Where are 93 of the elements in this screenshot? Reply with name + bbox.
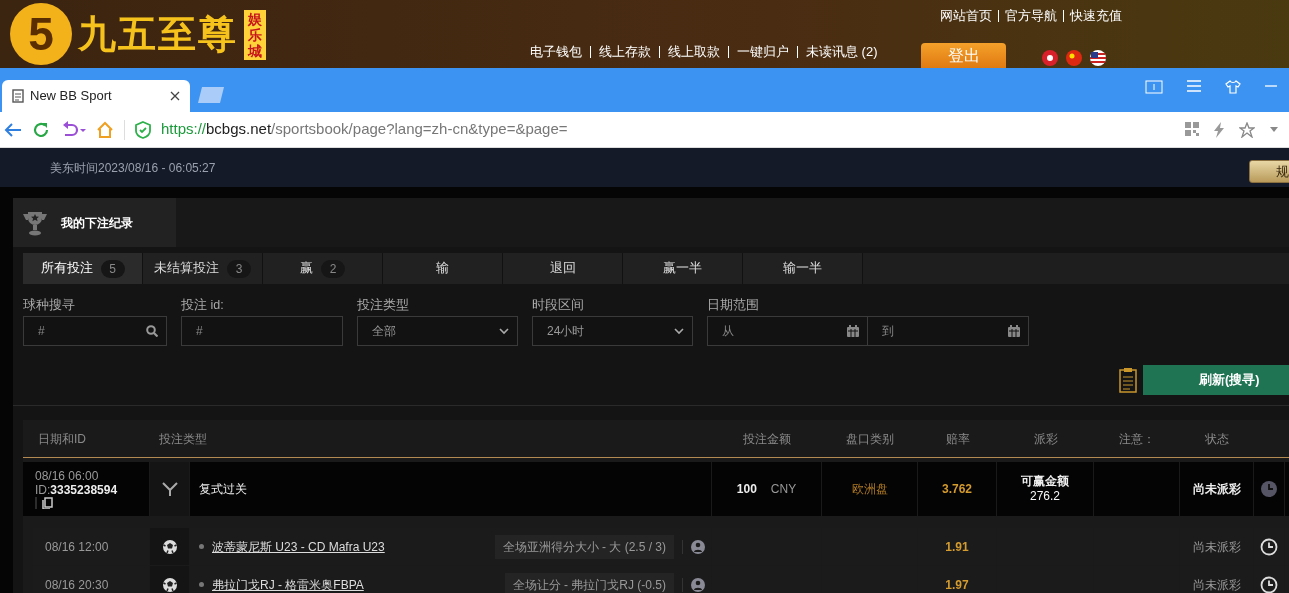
soccer-ball-icon: [161, 538, 178, 555]
bullet-dot: [199, 544, 204, 549]
tab-title: New BB Sport: [30, 87, 113, 106]
site-link[interactable]: 官方导航: [1005, 6, 1057, 26]
odds-text: 1.91: [945, 538, 969, 556]
odds-text: 1.97: [945, 576, 969, 593]
count-badge: 2: [321, 259, 345, 278]
flag-icon[interactable]: [1090, 50, 1106, 66]
bet-type: 复式过关: [199, 481, 247, 498]
site-link[interactable]: 网站首页: [940, 6, 992, 26]
status-text: 尚未派彩: [1192, 481, 1241, 498]
lightning-icon[interactable]: [1213, 122, 1225, 138]
browser-tab[interactable]: New BB Sport: [2, 80, 190, 112]
page-icon: [12, 89, 24, 103]
column-header: 派彩: [1032, 430, 1059, 448]
shield-icon[interactable]: [135, 120, 151, 139]
nav-link[interactable]: 线上存款: [599, 42, 651, 62]
new-tab-icon[interactable]: [198, 86, 226, 104]
odds-text: 3.762: [942, 481, 972, 498]
column-header: 赔率: [944, 430, 971, 448]
close-icon[interactable]: [170, 91, 180, 101]
search-icon: [146, 325, 158, 337]
field-label: 时段区间: [532, 297, 585, 310]
panel-title: 我的下注纪录: [61, 214, 133, 232]
input-field[interactable]: 到: [868, 316, 1029, 346]
star-icon[interactable]: [1239, 122, 1255, 138]
copy-icon[interactable]: [35, 497, 55, 510]
menu-icon[interactable]: [1187, 80, 1201, 92]
column-header: 盘口类别: [845, 430, 895, 448]
leg-date: 08/16 12:00: [45, 538, 109, 556]
logo-tag: 娱乐城: [244, 10, 266, 61]
currency-text: CNY: [770, 481, 797, 498]
column-header: 投注类型: [158, 430, 208, 448]
input-field[interactable]: #: [181, 316, 343, 346]
clipboard-icon[interactable]: [1119, 367, 1137, 393]
parlay-icon: [160, 481, 179, 497]
field-label: 投注 id:: [181, 297, 225, 310]
status-text: 尚未派彩: [1192, 538, 1241, 556]
input-field[interactable]: #: [23, 316, 167, 346]
window-list-icon[interactable]: [1145, 80, 1163, 94]
count-badge: 5: [100, 259, 125, 278]
home-icon[interactable]: [96, 120, 114, 139]
column-header: 注意：: [1118, 430, 1156, 448]
count-badge: 3: [227, 259, 251, 278]
selection-tag: 全场让分 - 弗拉门戈RJ (-0.5): [504, 572, 674, 593]
chevron-icon: [674, 327, 684, 335]
bullet-dot: [199, 582, 204, 587]
field-label: 日期范围: [707, 297, 760, 310]
site-link[interactable]: 快速充值: [1070, 6, 1122, 26]
qr-icon[interactable]: [1185, 122, 1199, 136]
flag-icon[interactable]: [1066, 50, 1082, 66]
flag-icon[interactable]: [1042, 50, 1058, 66]
panel-tab[interactable]: 我的下注纪录: [13, 198, 176, 247]
column-header: 状态: [1204, 430, 1230, 448]
match-link[interactable]: 弗拉门戈RJ - 格雷米奥FBPA: [212, 575, 364, 593]
shirt-icon[interactable]: [1225, 80, 1241, 94]
select-field[interactable]: 24小时: [532, 316, 693, 346]
selection-tag: 全场亚洲得分大小 - 大 (2.5 / 3): [494, 534, 674, 559]
refresh-icon[interactable]: [32, 120, 50, 139]
bet-date: 08/16 06:00: [35, 468, 99, 483]
trophy-icon: [21, 209, 49, 236]
back-icon[interactable]: [4, 121, 22, 138]
bet-id: ID:3335238594: [35, 483, 118, 498]
column-header: 投注金额: [742, 430, 792, 448]
payout-text: 276.2: [1030, 489, 1060, 504]
calendar-icon: [1008, 325, 1020, 337]
chevron-icon: [499, 327, 509, 335]
nav-link[interactable]: 未读讯息 (2): [806, 42, 878, 62]
input-field[interactable]: 从: [707, 316, 868, 346]
refresh-button[interactable]: 刷新(搜寻): [1143, 365, 1289, 395]
market-text: 欧洲盘: [851, 481, 888, 498]
match-link[interactable]: 波蒂蒙尼斯 U23 - CD Mafra U23: [212, 537, 385, 556]
payout-label: 可赢金额: [1021, 474, 1069, 489]
clock-icon: [1260, 537, 1278, 556]
nav-link[interactable]: 电子钱包: [530, 42, 582, 62]
rules-button[interactable]: 规: [1249, 160, 1289, 183]
column-header: 日期和ID: [37, 430, 87, 448]
clock-icon: [1260, 480, 1278, 498]
select-field[interactable]: 全部: [357, 316, 518, 346]
filter-tab[interactable]: 所有投注 5: [23, 253, 143, 284]
logo-text: 九五至尊: [78, 11, 238, 57]
clock-icon: [1260, 575, 1278, 593]
calendar-icon: [847, 325, 859, 337]
field-label: 球种搜寻: [23, 297, 76, 310]
person-icon: [691, 539, 705, 554]
status-text: 尚未派彩: [1192, 576, 1241, 593]
amount-text: 100: [736, 481, 757, 498]
logo-badge: 5: [10, 3, 72, 65]
nav-link[interactable]: 线上取款: [668, 42, 720, 62]
field-label: 投注类型: [357, 297, 410, 310]
nav-link[interactable]: 一键归户: [737, 42, 789, 62]
leg-date: 08/16 20:30: [45, 576, 109, 593]
time-text: 美东时间2023/08/16 - 06:05:27: [50, 159, 216, 177]
